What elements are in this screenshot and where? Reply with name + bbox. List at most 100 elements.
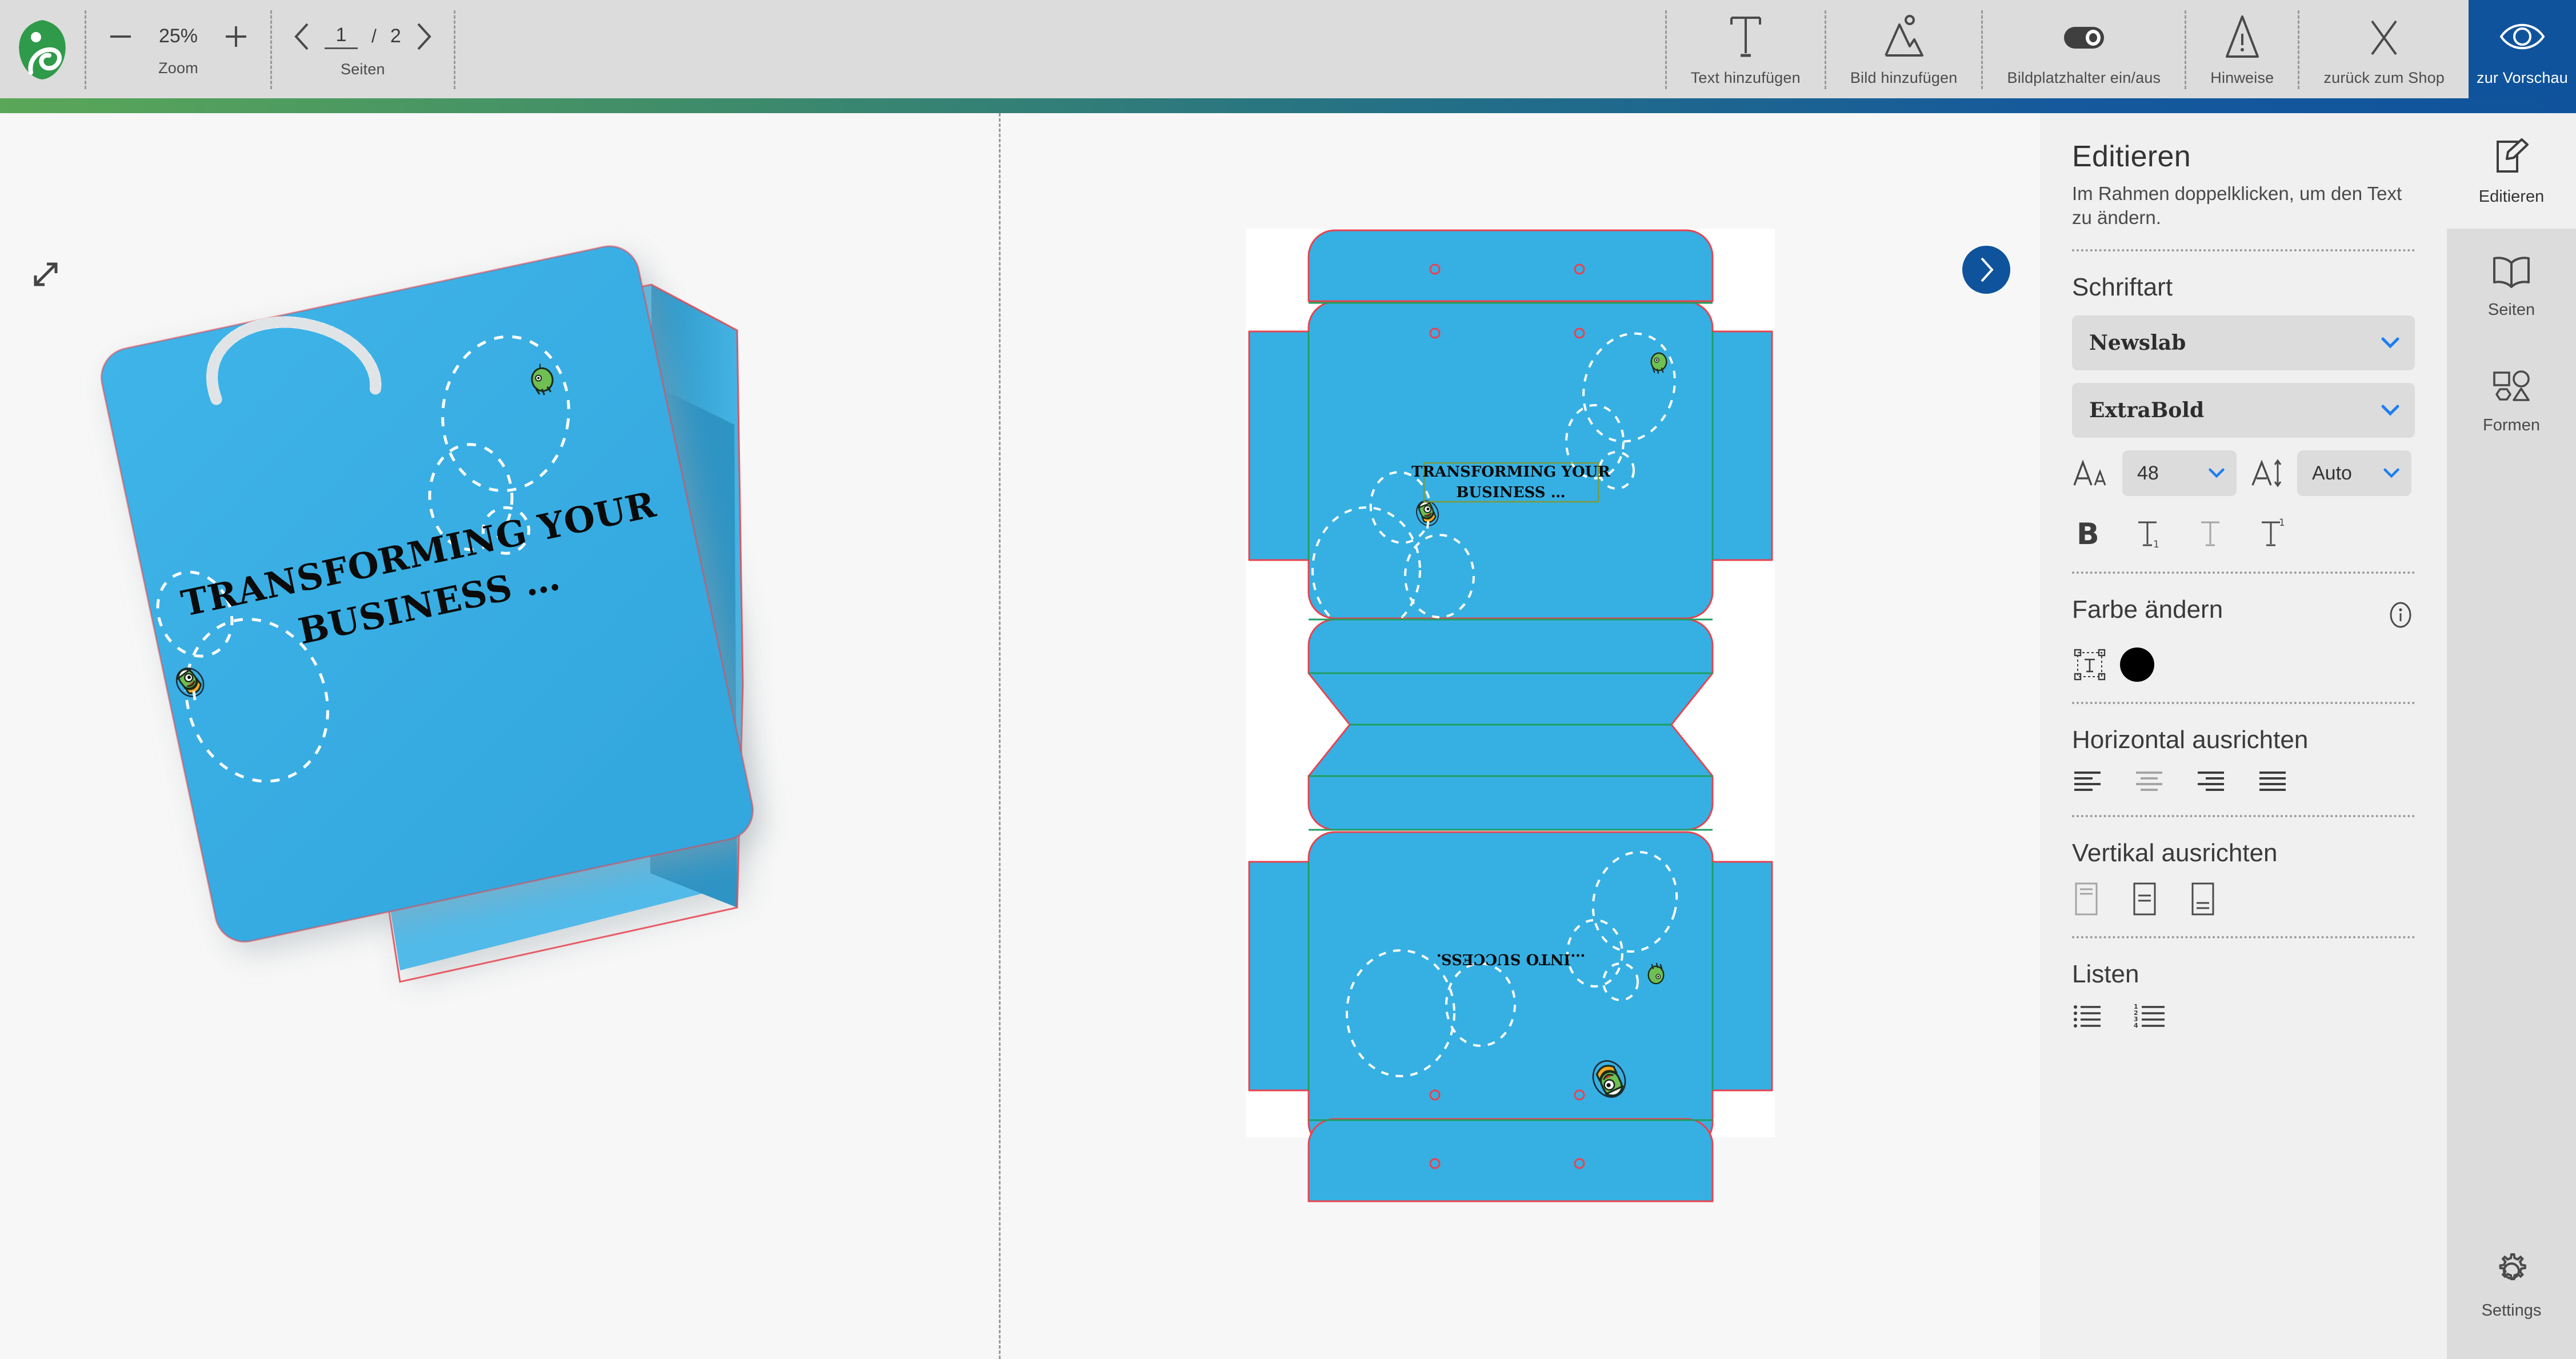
tool-back-to-shop-label: zurück zum Shop [2323,69,2445,86]
zoom-out-button[interactable] [106,22,135,51]
header-divider-4 [1665,10,1667,89]
rail-item-formen-label: Formen [2483,415,2540,434]
panel-separator-4 [2072,815,2415,818]
align-justify-icon[interactable] [2257,768,2289,796]
app-logo[interactable] [0,0,85,98]
font-size-icon [2072,455,2110,491]
align-center-icon[interactable] [2134,768,2166,796]
edit-panel: Editieren Im Rahmen doppelklicken, um de… [2040,113,2447,1359]
font-family-select[interactable]: Newslab [2072,315,2415,371]
superscript-icon[interactable]: 1 [2258,515,2288,552]
header-divider-8 [2298,10,2300,89]
rail-item-editieren-label: Editieren [2478,187,2545,206]
rail-item-seiten[interactable]: Seiten [2447,229,2576,344]
font-section-title: Schriftart [2072,273,2173,302]
right-rail: Editieren Seiten Formen Settings [2447,113,2576,1359]
header-divider-3 [453,10,455,89]
panel-collapse-button[interactable] [1962,246,2010,294]
pane-3d-preview[interactable]: TRANSFORMING YOUR BUSINESS … [0,113,999,1359]
panel-title: Editieren [2072,140,2191,173]
plus-icon [226,26,246,47]
shapes-icon [2491,369,2532,406]
rail-item-editieren[interactable]: Editieren [2447,113,2576,229]
color-row [2072,647,2415,682]
tool-back-to-shop[interactable]: zurück zum Shop [2299,0,2469,98]
panel-separator-1 [2072,249,2415,252]
tool-toggle-placeholder-label: Bildplatzhalter ein/aus [2007,69,2161,86]
header-divider-6 [1981,10,1983,89]
color-section-head: Farbe ändern [2072,595,2415,638]
zoom-level: 25% [158,25,198,47]
rail-item-seiten-label: Seiten [2487,300,2535,319]
align-left-icon[interactable] [2072,768,2104,796]
app-header: 25% Zoom 1 / 2 Seiten Text hinzufügen Bi… [0,0,2576,98]
tool-hints[interactable]: Hinweise [2186,0,2298,98]
subscript-icon[interactable]: 1 [2135,515,2165,552]
panel-subtitle: Im Rahmen doppelklicken, um den Text zu … [2072,183,2402,229]
lists-section-title: Listen [2072,960,2139,989]
edit-document-icon [2491,136,2532,177]
tool-toggle-placeholder[interactable]: Bildplatzhalter ein/aus [1983,0,2185,98]
numbered-list-icon[interactable]: 1 2 3 4 [2134,1002,2168,1030]
pages-group: 1 / 2 Seiten [272,0,454,98]
current-page-input[interactable]: 1 [325,24,358,49]
font-size-value: 48 [2137,462,2159,484]
header-spacer [455,0,1665,98]
bullet-list-icon[interactable] [2072,1002,2104,1030]
line-height-value: Auto [2312,462,2352,484]
line-height-select[interactable]: Auto [2297,450,2411,497]
chevron-down-icon [2381,404,2400,417]
rail-item-settings[interactable]: Settings [2447,1228,2576,1343]
valign-top-icon[interactable] [2072,881,2101,917]
font-size-select[interactable]: 48 [2122,450,2237,497]
text-frame-icon[interactable] [2072,647,2107,682]
text-tool-icon [1723,12,1768,61]
expand-3d-button[interactable] [27,256,64,293]
chevron-right-icon [417,23,431,50]
tool-add-text[interactable]: Text hinzufügen [1667,0,1825,98]
font-family-value: Newslab [2089,331,2186,355]
halign-options [2072,768,2415,796]
tool-add-text-label: Text hinzufügen [1690,69,1801,86]
color-section-title: Farbe ändern [2072,595,2223,624]
workspace: TRANSFORMING YOUR BUSINESS … TRANSFORMIN… [0,113,2040,1359]
valign-middle-icon[interactable] [2130,881,2159,917]
next-page-button[interactable] [411,21,434,53]
panel-separator-2 [2072,571,2415,574]
chevron-down-icon [2381,337,2400,349]
rail-item-settings-label: Settings [2481,1301,2542,1320]
warning-triangle-icon [2220,12,2265,61]
zoom-group: 25% Zoom [86,0,270,98]
panel-separator-5 [2072,936,2415,939]
font-weight-select[interactable]: ExtraBold [2072,383,2415,438]
tool-add-image[interactable]: Bild hinzufügen [1826,0,1982,98]
info-circle-icon[interactable] [2386,601,2415,629]
page-separator: / [371,26,377,46]
bag-3d-render: TRANSFORMING YOUR BUSINESS … [100,245,754,983]
eye-icon [2498,12,2547,61]
header-divider-7 [2185,10,2187,89]
text-color-swatch[interactable] [2120,647,2154,682]
zoom-in-button[interactable] [221,22,251,51]
expand-arrows-icon [34,262,58,286]
tool-add-image-label: Bild hinzufügen [1850,69,1958,86]
pane-dieline[interactable]: TRANSFORMING YOUR BUSINESS … …INTO SUCCE… [1001,113,2040,1359]
iu-leaf-logo-icon [19,20,66,79]
chevron-right-icon [1981,257,1994,282]
align-right-icon[interactable] [2195,768,2227,796]
rail-item-formen[interactable]: Formen [2447,344,2576,459]
valign-bottom-icon[interactable] [2189,881,2217,917]
preview-button[interactable]: zur Vorschau [2469,0,2576,98]
header-divider-5 [1824,10,1826,89]
dieline-artboard: TRANSFORMING YOUR BUSINESS … …INTO SUCCE… [1246,229,1775,1202]
bold-icon[interactable]: B [2074,515,2102,552]
svg-text:4: 4 [2134,1022,2138,1029]
uppercase-icon[interactable] [2198,515,2225,552]
lists-options: 1 2 3 4 [2072,1002,2415,1030]
font-style-row: B 1 1 [2072,515,2415,552]
prev-page-button[interactable] [291,21,314,53]
chevron-left-icon [294,23,309,50]
line-height-icon [2249,455,2285,491]
chevron-down-icon [2208,467,2225,479]
die-headline-line1: TRANSFORMING YOUR [1411,463,1610,481]
